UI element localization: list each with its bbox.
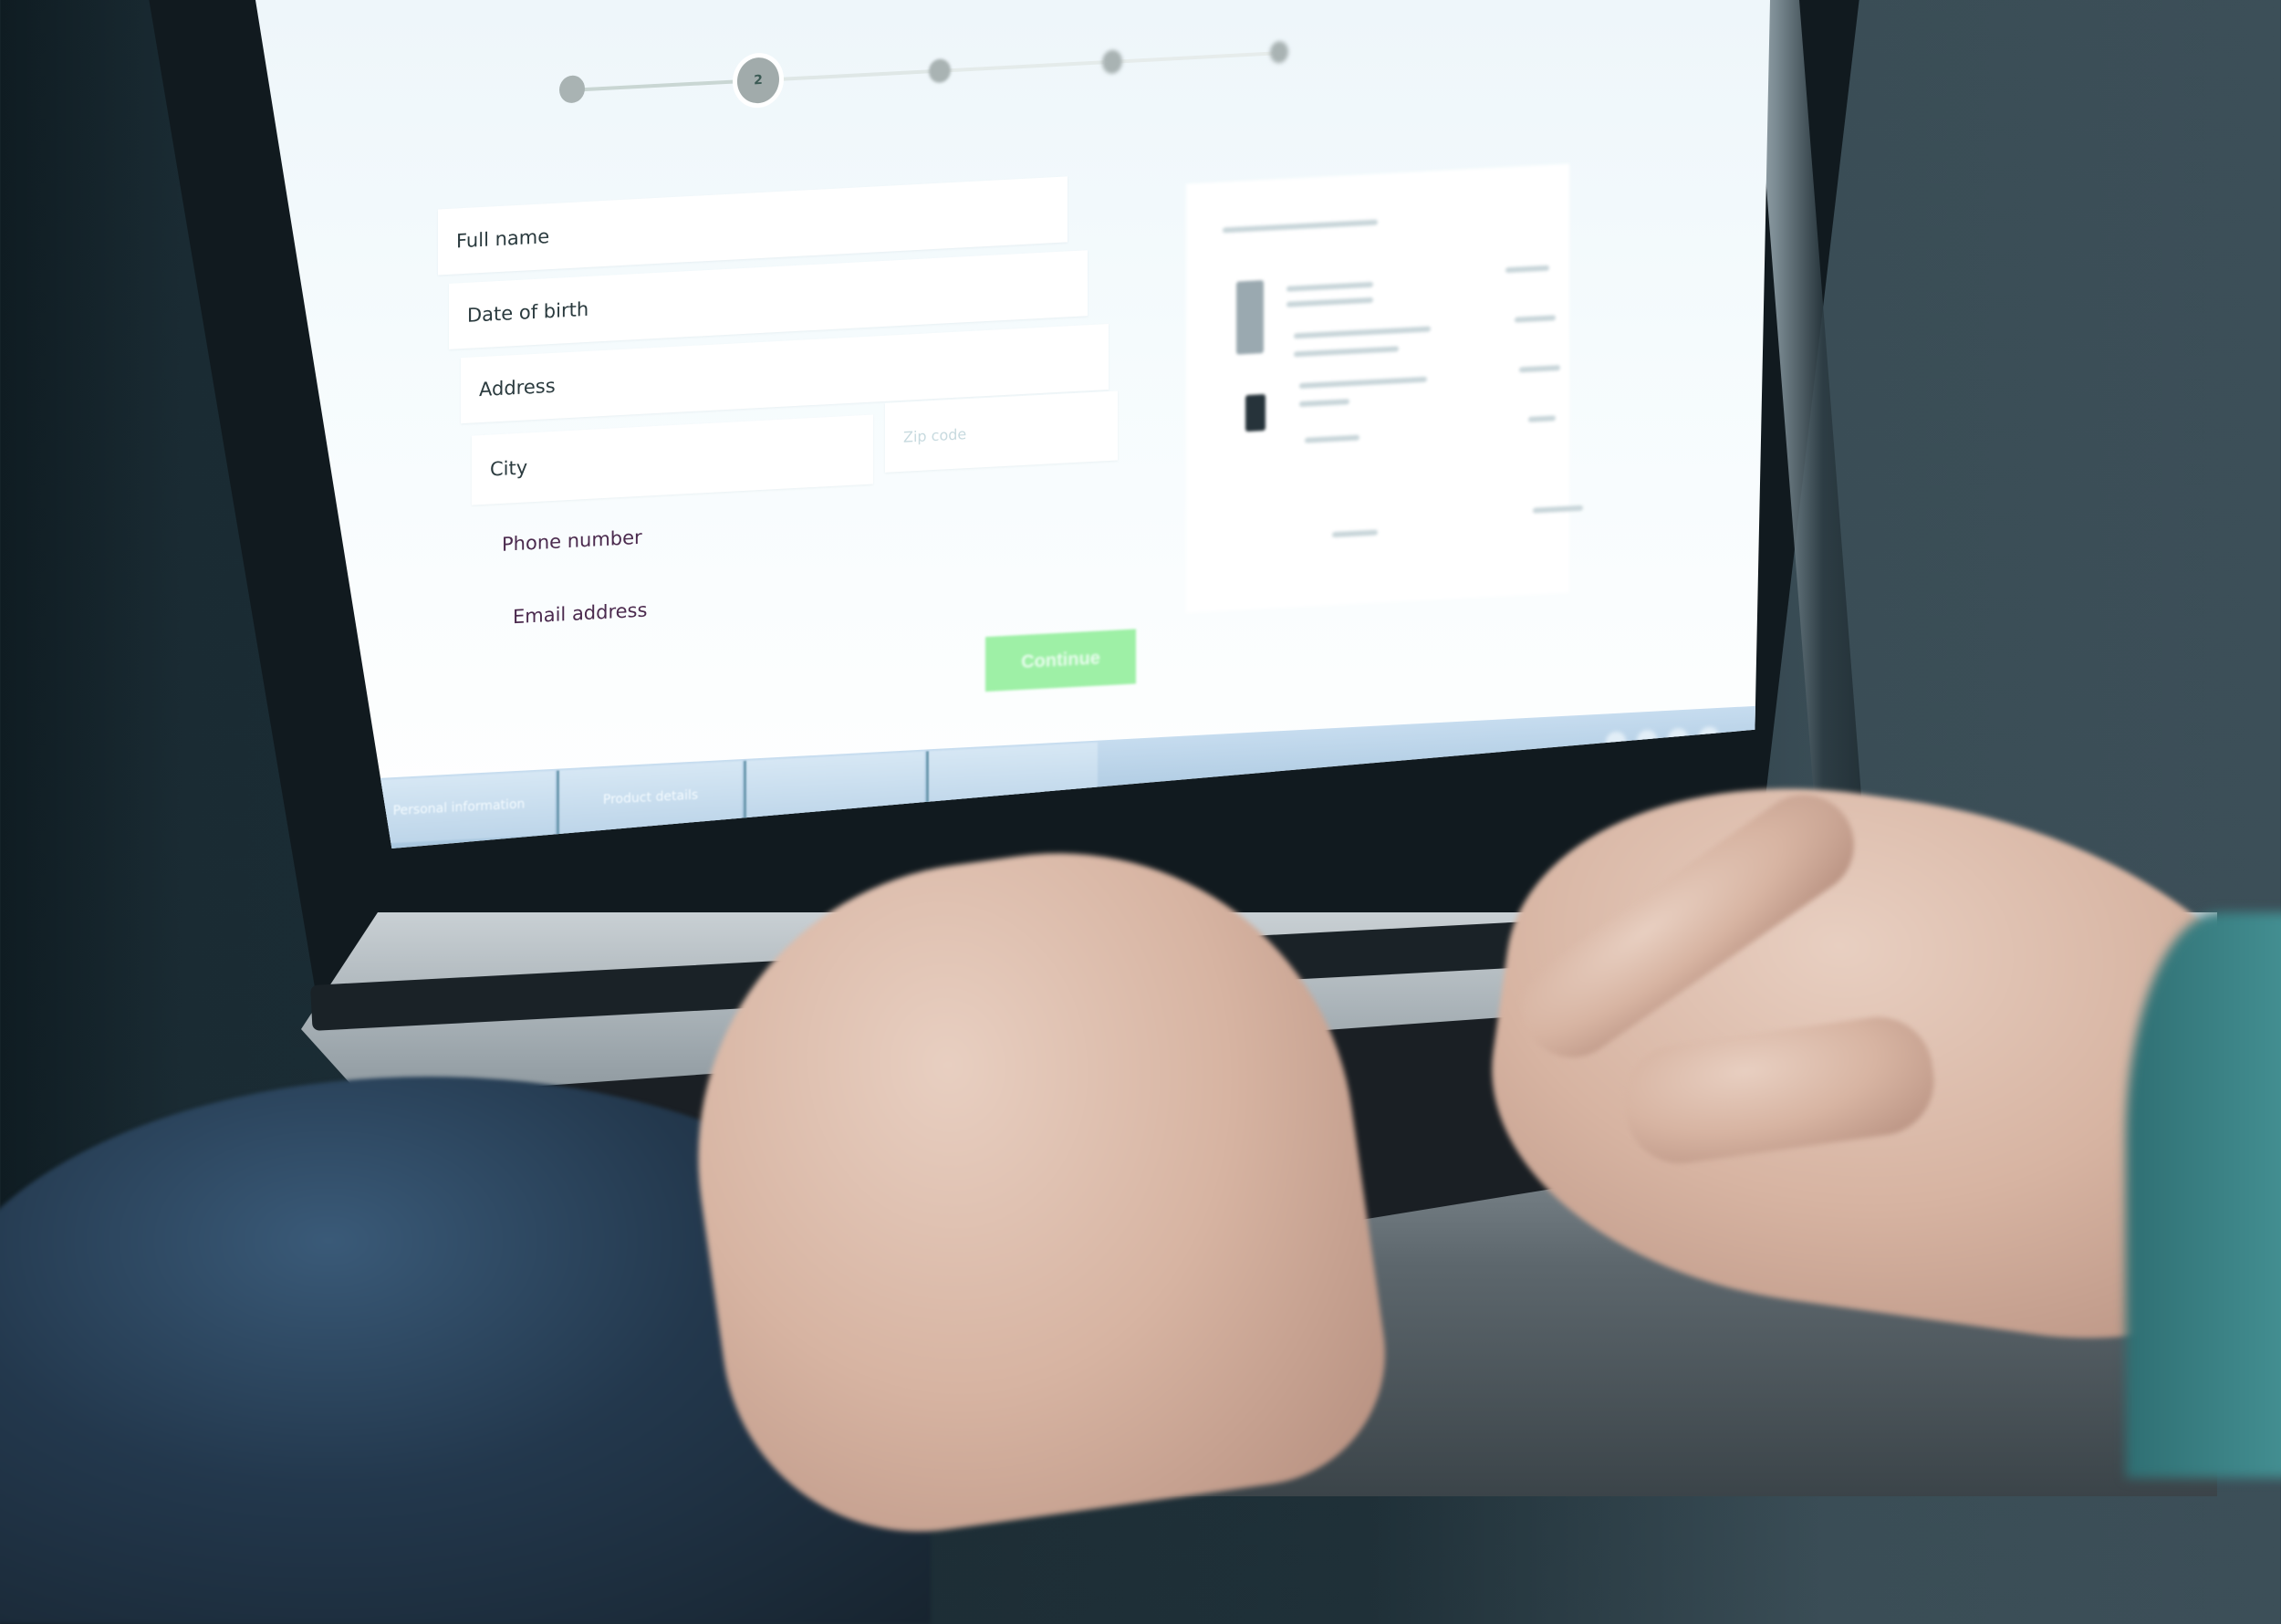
zip-code-label: Zip code — [903, 424, 967, 446]
stepper-connector — [570, 78, 748, 92]
stepper-connector — [766, 69, 931, 82]
summary-price — [1528, 415, 1556, 422]
stepper-connector — [940, 60, 1104, 73]
stepper-connector — [1113, 51, 1277, 64]
summary-total-value — [1533, 505, 1583, 514]
city-field[interactable]: City — [472, 414, 873, 505]
summary-item-line — [1305, 434, 1359, 443]
address-label: Address — [479, 374, 556, 401]
stepper-step-5[interactable] — [1270, 40, 1288, 64]
full-name-label: Full name — [456, 225, 550, 253]
summary-item-line — [1299, 376, 1427, 390]
summary-price — [1505, 265, 1549, 274]
screen-content: 2 Full name Date of birth Address City Z… — [255, 0, 1770, 848]
laptop-screen: 2 Full name Date of birth Address City Z… — [255, 0, 1770, 848]
stepper-step-1[interactable] — [559, 75, 585, 104]
summary-title — [1223, 219, 1378, 234]
summary-price — [1515, 315, 1556, 323]
product-thumbnail — [1236, 280, 1264, 355]
summary-item-line — [1286, 297, 1373, 307]
continue-button[interactable]: Continue — [985, 629, 1136, 692]
stepper-step-3[interactable] — [929, 58, 951, 84]
email-address-label: Email address — [513, 599, 648, 629]
phone-number-label: Phone number — [502, 526, 642, 556]
zip-code-field[interactable]: Zip code — [885, 390, 1118, 473]
summary-total-label — [1332, 529, 1378, 538]
order-summary-card — [1186, 163, 1583, 613]
summary-item-line — [1294, 326, 1431, 339]
summary-price — [1519, 365, 1560, 373]
city-label: City — [490, 456, 528, 481]
date-of-birth-label: Date of birth — [467, 297, 589, 327]
shirt-sleeve — [2126, 912, 2281, 1478]
stepper-step-2[interactable]: 2 — [737, 56, 779, 105]
stepper-step-4[interactable] — [1102, 49, 1122, 75]
tab-personal-information[interactable]: Personal information — [360, 770, 555, 845]
summary-item-line — [1286, 281, 1373, 292]
stepper-step-number: 2 — [754, 72, 763, 88]
summary-item-line — [1299, 399, 1349, 408]
summary-item-line — [1294, 346, 1399, 358]
product-thumbnail — [1245, 393, 1265, 432]
